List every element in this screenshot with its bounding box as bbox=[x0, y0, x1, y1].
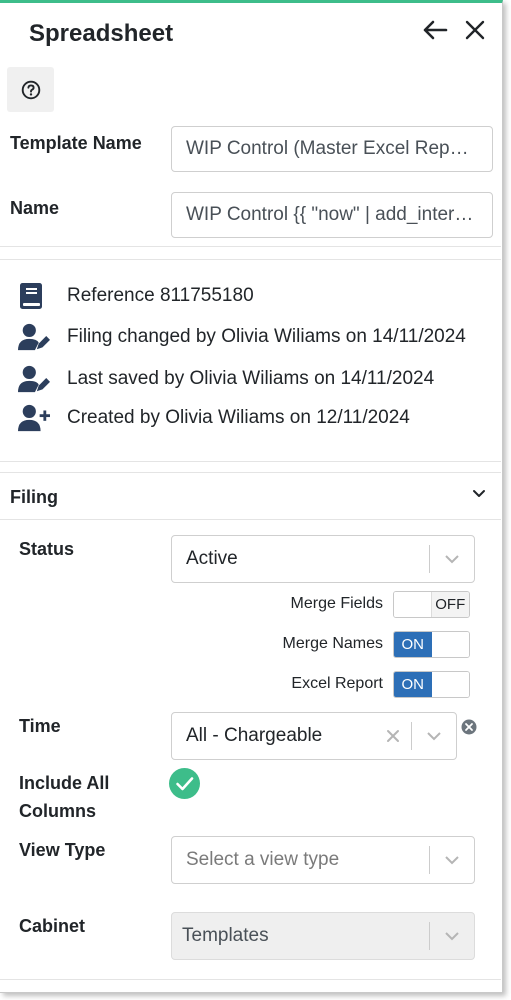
view-type-dropdown-button[interactable] bbox=[430, 837, 474, 883]
merge-fields-label: Merge Fields bbox=[290, 595, 383, 612]
time-remove-button[interactable] bbox=[461, 719, 477, 740]
time-value: All - Chargeable bbox=[186, 725, 323, 746]
time-dropdown-button[interactable] bbox=[412, 713, 456, 759]
filing-changed-row: Filing changed by Olivia Wiliams on 14/1… bbox=[18, 321, 466, 353]
status-label: Status bbox=[19, 539, 75, 559]
reference-text: Reference 811755180 bbox=[67, 285, 254, 306]
status-dropdown-button[interactable] bbox=[430, 536, 474, 582]
chevron-down-icon bbox=[445, 856, 459, 865]
cabinet-dropdown-button bbox=[430, 913, 474, 959]
last-saved-text: Last saved by Olivia Wiliams on 14/11/20… bbox=[67, 368, 435, 389]
divider bbox=[0, 979, 501, 980]
reference-row: Reference 811755180 bbox=[18, 280, 254, 312]
time-select[interactable]: All - Chargeable bbox=[171, 712, 457, 760]
excel-report-state: ON bbox=[394, 672, 432, 697]
help-circle-icon bbox=[21, 80, 40, 99]
merge-names-toggle[interactable]: ON bbox=[393, 631, 470, 658]
filing-section-title: Filing bbox=[10, 487, 58, 507]
cabinet-select: Templates bbox=[171, 912, 475, 960]
status-value: Active bbox=[186, 548, 238, 569]
include-all-columns-checkbox[interactable] bbox=[169, 768, 200, 804]
divider bbox=[0, 246, 501, 247]
clear-circle-icon bbox=[461, 719, 477, 735]
status-select[interactable]: Active bbox=[171, 535, 475, 583]
excel-report-label: Excel Report bbox=[291, 675, 383, 692]
meta-card: Reference 811755180 Filing changed by Ol… bbox=[0, 259, 501, 462]
last-saved-row: Last saved by Olivia Wiliams on 14/11/20… bbox=[18, 363, 434, 395]
clear-x-icon bbox=[387, 730, 399, 742]
user-edit-icon bbox=[18, 365, 50, 393]
view-type-placeholder: Select a view type bbox=[186, 849, 340, 870]
template-name-label: Template Name bbox=[10, 133, 142, 153]
view-type-label: View Type bbox=[19, 840, 106, 860]
panel-title: Spreadsheet bbox=[29, 20, 174, 47]
chevron-down-icon[interactable] bbox=[472, 489, 486, 499]
merge-fields-toggle[interactable]: OFF bbox=[393, 591, 470, 618]
user-plus-icon bbox=[18, 404, 50, 432]
check-circle-icon bbox=[169, 768, 200, 799]
user-edit-icon bbox=[18, 323, 50, 351]
chevron-down-icon bbox=[427, 732, 441, 741]
toggle-knob bbox=[394, 592, 432, 617]
template-name-input[interactable]: WIP Control (Master Excel Report) bbox=[171, 126, 493, 172]
filing-section-header[interactable]: Filing bbox=[0, 472, 501, 520]
arrow-left-icon bbox=[423, 20, 448, 40]
help-button[interactable] bbox=[7, 67, 54, 112]
close-icon bbox=[465, 20, 485, 40]
excel-report-toggle[interactable]: ON bbox=[393, 671, 470, 698]
cabinet-label: Cabinet bbox=[19, 916, 86, 936]
close-button[interactable] bbox=[460, 15, 490, 45]
merge-fields-state: OFF bbox=[431, 592, 469, 617]
include-all-label-1: Include All bbox=[19, 773, 110, 793]
chevron-down-icon bbox=[445, 932, 459, 941]
view-type-select[interactable]: Select a view type bbox=[171, 836, 475, 884]
cabinet-value: Templates bbox=[182, 925, 269, 946]
toggle-knob bbox=[431, 672, 469, 697]
time-label: Time bbox=[19, 716, 61, 736]
book-icon bbox=[20, 283, 42, 309]
toggle-knob bbox=[431, 632, 469, 657]
spreadsheet-panel: Spreadsheet Template Name WIP Control (M… bbox=[0, 0, 503, 993]
time-clear-button[interactable] bbox=[375, 713, 411, 759]
merge-names-state: ON bbox=[394, 632, 432, 657]
created-row: Created by Olivia Wiliams on 12/11/2024 bbox=[18, 402, 410, 434]
chevron-down-icon bbox=[445, 555, 459, 564]
name-input[interactable]: WIP Control {{ "now" | add_interval: "mo… bbox=[171, 192, 493, 238]
filing-changed-text: Filing changed by Olivia Wiliams on 14/1… bbox=[67, 326, 466, 347]
include-all-label-2: Columns bbox=[19, 801, 97, 821]
name-label: Name bbox=[10, 198, 60, 218]
created-text: Created by Olivia Wiliams on 12/11/2024 bbox=[67, 407, 410, 428]
merge-names-label: Merge Names bbox=[282, 635, 383, 652]
back-button[interactable] bbox=[420, 15, 450, 45]
